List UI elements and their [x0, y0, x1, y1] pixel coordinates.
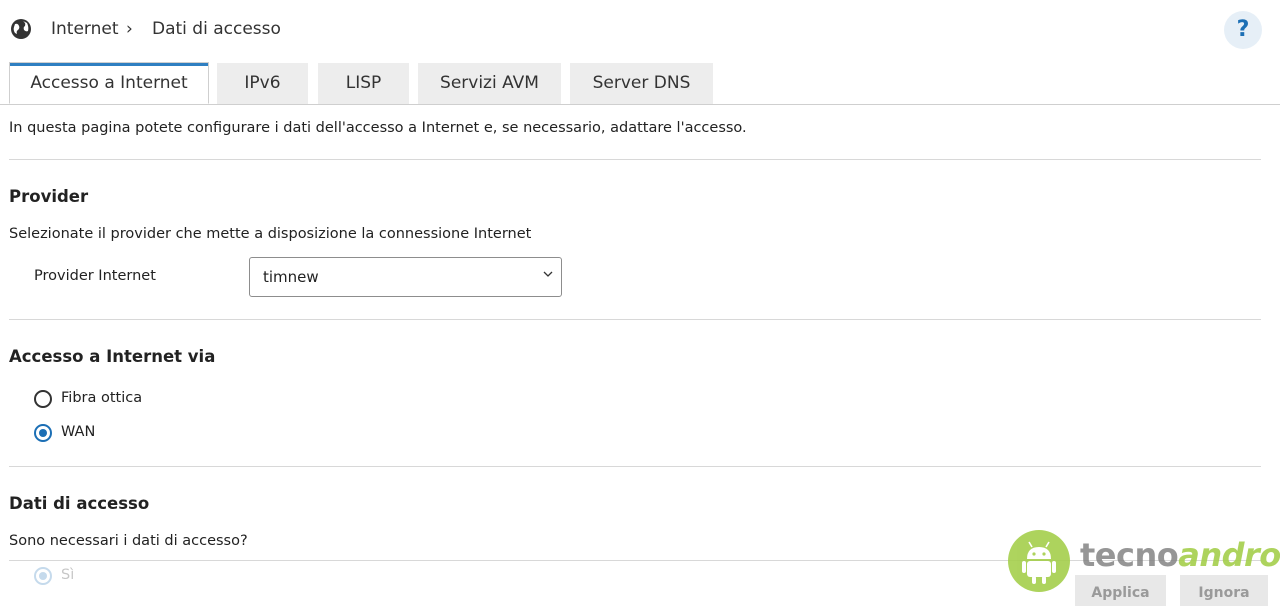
radio-fibra-ottica-label[interactable]: Fibra ottica: [61, 390, 142, 406]
help-button[interactable]: ?: [1224, 11, 1262, 49]
watermark-text: tecnoandroid: [1080, 536, 1280, 574]
android-logo-icon: [1008, 530, 1070, 592]
radio-wan-label[interactable]: WAN: [61, 424, 95, 440]
credentials-question: Sono necessari i dati di accesso?: [9, 533, 248, 549]
tab-ipv6[interactable]: IPv6: [217, 63, 308, 104]
radio-si-label[interactable]: Sì: [61, 567, 74, 583]
page-header: Internet › Dati di accesso ?: [0, 0, 1280, 58]
globe-icon: [11, 19, 31, 39]
divider: [9, 159, 1261, 160]
breadcrumb-chevron-icon: ›: [126, 19, 133, 39]
tab-server-dns[interactable]: Server DNS: [570, 63, 713, 104]
credentials-title: Dati di accesso: [9, 494, 150, 513]
intro-text: In questa pagina potete configurare i da…: [9, 120, 747, 136]
chevron-down-icon: [543, 271, 553, 277]
tab-lisp[interactable]: LISP: [318, 63, 409, 104]
radio-fibra-ottica[interactable]: [34, 390, 52, 408]
ignore-button[interactable]: Ignora: [1180, 575, 1268, 606]
provider-title: Provider: [9, 187, 89, 206]
tab-servizi-avm[interactable]: Servizi AVM: [418, 63, 561, 104]
provider-select[interactable]: timnew: [249, 257, 562, 297]
tab-accesso-internet[interactable]: Accesso a Internet: [9, 62, 209, 104]
provider-label: Provider Internet: [34, 268, 156, 284]
access-title: Accesso a Internet via: [9, 347, 216, 366]
breadcrumb-internet[interactable]: Internet: [51, 18, 119, 40]
provider-description: Selezionate il provider che mette a disp…: [9, 226, 532, 242]
radio-wan[interactable]: [34, 424, 52, 442]
breadcrumb-current: Dati di accesso: [152, 19, 281, 39]
provider-select-value: timnew: [263, 268, 319, 286]
apply-button[interactable]: Applica: [1075, 575, 1166, 606]
divider: [9, 319, 1261, 320]
tab-bar: Accesso a Internet IPv6 LISP Servizi AVM…: [0, 62, 1280, 105]
radio-si[interactable]: [34, 567, 52, 585]
divider: [9, 466, 1261, 467]
